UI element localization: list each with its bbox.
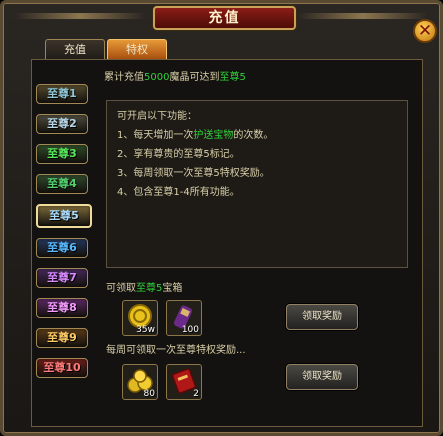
weekly-reward-section: 每周可领取一次至尊特权奖励... 80 2 领取奖励 xyxy=(106,344,408,400)
rank-button-5[interactable]: 至尊5 xyxy=(36,204,92,228)
reward-slot-gold-pile[interactable]: 80 xyxy=(122,364,158,400)
rank-label: 至尊5 xyxy=(49,209,79,222)
feature-1-suffix: 的次数。 xyxy=(233,130,274,141)
feature-item-2: 2、享有尊贵的至尊5标记。 xyxy=(117,149,240,160)
tab-privilege-label: 特权 xyxy=(126,43,148,56)
feature-1-prefix: 1、每天增加一次 xyxy=(117,130,194,141)
rank-label: 至尊9 xyxy=(47,331,77,344)
feature-1-highlight: 护送宝物 xyxy=(193,130,234,141)
claim-weekly-reward-button[interactable]: 领取奖励 xyxy=(286,364,358,390)
title-ornament-right xyxy=(298,13,428,19)
feature-item-4: 4、包含至尊1-4所有功能。 xyxy=(117,187,240,198)
feature-item-3: 3、每周领取一次至尊5特权奖励。 xyxy=(117,168,270,179)
summary-amount: 5000 xyxy=(144,72,170,83)
feature-item-1: 1、每天增加一次护送宝物的次数。 xyxy=(117,126,397,145)
rank-button-8[interactable]: 至尊8 xyxy=(36,298,88,318)
claim-button-label: 领取奖励 xyxy=(302,311,342,322)
rank-button-2[interactable]: 至尊2 xyxy=(36,114,88,134)
tab-recharge[interactable]: 充值 xyxy=(45,39,105,59)
recharge-summary: 累计充值5000魔晶可达到至尊5 xyxy=(104,70,416,86)
rank-label: 至尊3 xyxy=(47,147,77,160)
summary-prefix: 累计充值 xyxy=(104,72,144,83)
rank-button-9[interactable]: 至尊9 xyxy=(36,328,88,348)
reward-slot-scroll[interactable]: 100 xyxy=(166,300,202,336)
tab-privilege[interactable]: 特权 xyxy=(107,39,167,59)
rank-label: 至尊8 xyxy=(47,301,77,314)
reward-box-rank: 至尊5 xyxy=(136,283,163,294)
rank-button-4[interactable]: 至尊4 xyxy=(36,174,88,194)
claim-box-reward-button[interactable]: 领取奖励 xyxy=(286,304,358,330)
reward-box-title: 可领取至尊5宝箱 xyxy=(106,282,408,296)
rank-button-6[interactable]: 至尊6 xyxy=(36,238,88,258)
reward-box-section: 可领取至尊5宝箱 35w 100 领取奖励 xyxy=(106,282,408,336)
rank-label: 至尊4 xyxy=(47,177,77,190)
rank-label: 至尊10 xyxy=(43,361,81,374)
reward-slot-red-token[interactable]: 2 xyxy=(166,364,202,400)
feature-heading: 可开启以下功能： xyxy=(117,111,197,122)
close-button[interactable]: ✕ xyxy=(413,19,437,43)
rank-button-3[interactable]: 至尊3 xyxy=(36,144,88,164)
reward-count: 100 xyxy=(181,325,199,335)
summary-middle: 魔晶可达到 xyxy=(169,72,220,83)
feature-list: 可开启以下功能： 1、每天增加一次护送宝物的次数。 2、享有尊贵的至尊5标记。 … xyxy=(106,100,408,268)
rank-button-1[interactable]: 至尊1 xyxy=(36,84,88,104)
reward-slot-gold[interactable]: 35w xyxy=(122,300,158,336)
rank-list: 至尊1 至尊2 至尊3 至尊4 至尊5 至尊6 至尊7 至尊8 至尊9 至尊10 xyxy=(36,84,96,388)
tab-recharge-label: 充值 xyxy=(64,43,86,56)
rank-label: 至尊7 xyxy=(47,271,77,284)
recharge-window: 充值 ✕ 充值 特权 至尊1 至尊2 至尊3 至尊4 至尊5 至尊6 至尊7 至… xyxy=(0,0,443,436)
claim-button-label: 领取奖励 xyxy=(302,371,342,382)
rank-label: 至尊2 xyxy=(47,117,77,130)
reward-box-suffix: 宝箱 xyxy=(162,283,183,294)
rank-button-7[interactable]: 至尊7 xyxy=(36,268,88,288)
title-ornament-left xyxy=(15,13,145,19)
summary-rank: 至尊5 xyxy=(219,72,246,83)
title-bar: 充值 xyxy=(3,3,440,33)
reward-count: 2 xyxy=(193,389,199,399)
rank-detail: 累计充值5000魔晶可达到至尊5 可开启以下功能： 1、每天增加一次护送宝物的次… xyxy=(104,70,416,400)
title-plate: 充值 xyxy=(153,6,296,30)
privilege-panel: 至尊1 至尊2 至尊3 至尊4 至尊5 至尊6 至尊7 至尊8 至尊9 至尊10… xyxy=(31,59,423,427)
window-title: 充值 xyxy=(208,10,241,26)
reward-count: 35w xyxy=(136,325,155,335)
close-icon: ✕ xyxy=(417,21,433,41)
weekly-reward-title: 每周可领取一次至尊特权奖励... xyxy=(106,345,246,356)
rank-label: 至尊6 xyxy=(47,241,77,254)
rank-label: 至尊1 xyxy=(47,87,77,100)
rank-button-10[interactable]: 至尊10 xyxy=(36,358,88,378)
reward-box-prefix: 可领取 xyxy=(106,283,136,294)
reward-count: 80 xyxy=(143,389,155,399)
